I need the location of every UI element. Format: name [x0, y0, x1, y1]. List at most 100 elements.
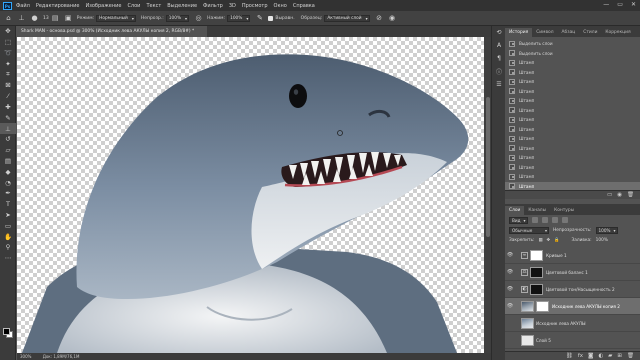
layer-name[interactable]: Цветовой тон/Насыщенность 2: [546, 287, 615, 292]
layer-row[interactable]: 👁 ⚖ Цветовой баланс 1: [505, 264, 640, 281]
delete-state-icon[interactable]: 🗑: [627, 192, 634, 198]
filter-adjustment-icon[interactable]: [541, 217, 548, 223]
scrollbar-thumb[interactable]: [485, 97, 490, 237]
visibility-eye-icon[interactable]: 👁: [505, 269, 515, 275]
layer-mask-thumbnail[interactable]: [530, 249, 543, 261]
layer-opacity-field[interactable]: 100%: [595, 226, 618, 234]
new-group-icon[interactable]: ▰: [608, 353, 612, 359]
menu-layers[interactable]: Слои: [127, 3, 140, 9]
history-item[interactable]: Выделить слои: [505, 39, 640, 49]
menu-image[interactable]: Изображение: [85, 3, 121, 9]
hand-tool-icon[interactable]: ✋: [0, 231, 16, 242]
history-item[interactable]: Штамп: [505, 58, 640, 68]
menu-type[interactable]: Текст: [146, 3, 161, 9]
brush-preset-icon[interactable]: ●: [30, 14, 39, 23]
marquee-tool-icon[interactable]: ⬚: [0, 37, 16, 48]
menu-edit[interactable]: Редактирование: [36, 3, 80, 9]
new-adjustment-icon[interactable]: ◐: [598, 353, 603, 359]
tab-layers[interactable]: Слои: [505, 206, 525, 215]
history-item[interactable]: Штамп: [505, 125, 640, 135]
layer-name[interactable]: Слой 5: [536, 338, 551, 343]
tab-paths[interactable]: Контуры: [550, 206, 578, 215]
tab-channels[interactable]: Каналы: [524, 206, 550, 215]
airbrush-icon[interactable]: ✎: [255, 14, 264, 23]
rectangle-tool-icon[interactable]: ▭: [0, 220, 16, 231]
history-panel-icon[interactable]: ⟲: [492, 26, 506, 39]
zoom-tool-icon[interactable]: ⚲: [0, 242, 16, 253]
tab-adjustments[interactable]: Коррекция: [601, 28, 634, 37]
lock-position-icon[interactable]: ✥: [547, 238, 551, 243]
brush-settings-icon[interactable]: ▤: [51, 14, 60, 23]
tab-paragraph[interactable]: Абзац: [558, 28, 580, 37]
info-panel-icon[interactable]: ⓘ: [492, 65, 506, 78]
layer-mask-thumbnail[interactable]: [530, 283, 543, 295]
layer-thumbnail[interactable]: [521, 300, 534, 312]
layer-thumbnail[interactable]: [521, 317, 534, 329]
visibility-eye-icon[interactable]: 👁: [505, 303, 515, 309]
menu-filter[interactable]: Фильтр: [203, 3, 223, 9]
new-document-from-state-icon[interactable]: ▭: [607, 192, 612, 198]
menu-3d[interactable]: 3D: [229, 3, 236, 9]
new-snapshot-icon[interactable]: ◉: [617, 192, 622, 198]
history-item[interactable]: Штамп: [505, 163, 640, 173]
add-mask-icon[interactable]: ◙: [588, 353, 593, 359]
history-item[interactable]: Штамп: [505, 153, 640, 163]
fill-field[interactable]: 100%: [596, 238, 608, 243]
dodge-tool-icon[interactable]: ◔: [0, 177, 16, 188]
clone-source-icon[interactable]: ▣: [64, 14, 73, 23]
brush-size[interactable]: 13: [43, 16, 49, 21]
history-item[interactable]: Штамп: [505, 87, 640, 97]
history-item[interactable]: Штамп: [505, 115, 640, 125]
crop-tool-icon[interactable]: ⌗: [0, 69, 16, 80]
link-layers-icon[interactable]: ⛓: [566, 353, 573, 359]
clone-stamp-tool-icon[interactable]: ⊥: [0, 123, 16, 134]
pressure-opacity-icon[interactable]: ◎: [194, 14, 203, 23]
properties-panel-icon[interactable]: ☰: [492, 78, 506, 91]
lock-pixels-icon[interactable]: ▦: [538, 238, 542, 243]
paragraph-panel-icon[interactable]: ¶: [492, 52, 506, 65]
document-canvas[interactable]: [17, 37, 484, 353]
history-item[interactable]: Штамп: [505, 96, 640, 106]
filter-shape-icon[interactable]: [561, 217, 568, 223]
opacity-field[interactable]: 100%: [165, 14, 190, 22]
move-tool-icon[interactable]: ✥: [0, 26, 16, 37]
ignore-adjustments-icon[interactable]: ⊘: [375, 14, 384, 23]
layer-row-selected[interactable]: 👁 Исходник лева АКУЛЫ копия 2: [505, 298, 640, 315]
layer-row[interactable]: Исходник лева АКУЛЫ: [505, 315, 640, 332]
eraser-tool-icon[interactable]: ▱: [0, 145, 16, 156]
gradient-tool-icon[interactable]: ▤: [0, 156, 16, 167]
menu-window[interactable]: Окно: [274, 3, 287, 9]
history-item[interactable]: Штамп: [505, 106, 640, 116]
type-tool-icon[interactable]: T: [0, 199, 16, 210]
layer-mask-thumbnail[interactable]: [530, 266, 543, 278]
history-item[interactable]: Штамп: [505, 68, 640, 78]
blend-mode-select[interactable]: Обычные: [509, 226, 549, 234]
healing-brush-tool-icon[interactable]: ✚: [0, 102, 16, 113]
history-item[interactable]: Штамп: [505, 172, 640, 182]
clone-stamp-tool-icon[interactable]: ⊥: [17, 14, 26, 23]
quick-select-tool-icon[interactable]: ✦: [0, 58, 16, 69]
frame-tool-icon[interactable]: ⊠: [0, 80, 16, 91]
new-layer-icon[interactable]: ⊞: [617, 353, 622, 359]
align-checkbox[interactable]: [268, 15, 274, 21]
layer-row[interactable]: Слой 5: [505, 332, 640, 349]
path-select-tool-icon[interactable]: ➤: [0, 210, 16, 221]
history-brush-tool-icon[interactable]: ↺: [0, 134, 16, 145]
layer-style-icon[interactable]: fx: [578, 353, 583, 359]
layer-name[interactable]: Кривые 1: [546, 253, 567, 258]
history-item[interactable]: Штамп: [505, 134, 640, 144]
document-tab[interactable]: Shark MAN - основа.psd @ 300% (Исходник …: [17, 26, 207, 37]
menu-help[interactable]: Справка: [293, 3, 315, 9]
layer-row[interactable]: 👁 ≈ Кривые 1: [505, 247, 640, 264]
sample-select[interactable]: Активный слой: [324, 14, 370, 22]
tab-character[interactable]: Символ: [532, 28, 557, 37]
layer-filter-select[interactable]: Вид: [509, 216, 528, 224]
visibility-eye-icon[interactable]: 👁: [505, 252, 515, 258]
flow-field[interactable]: 100%: [227, 14, 251, 22]
mode-select[interactable]: Нормальный: [96, 14, 136, 22]
eyedropper-tool-icon[interactable]: ⁄: [0, 91, 16, 102]
canvas-scrollbar[interactable]: [484, 37, 491, 353]
zoom-level[interactable]: 300%: [20, 354, 31, 359]
layer-name[interactable]: Исходник лева АКУЛЫ: [536, 321, 586, 326]
menu-view[interactable]: Просмотр: [242, 3, 268, 9]
